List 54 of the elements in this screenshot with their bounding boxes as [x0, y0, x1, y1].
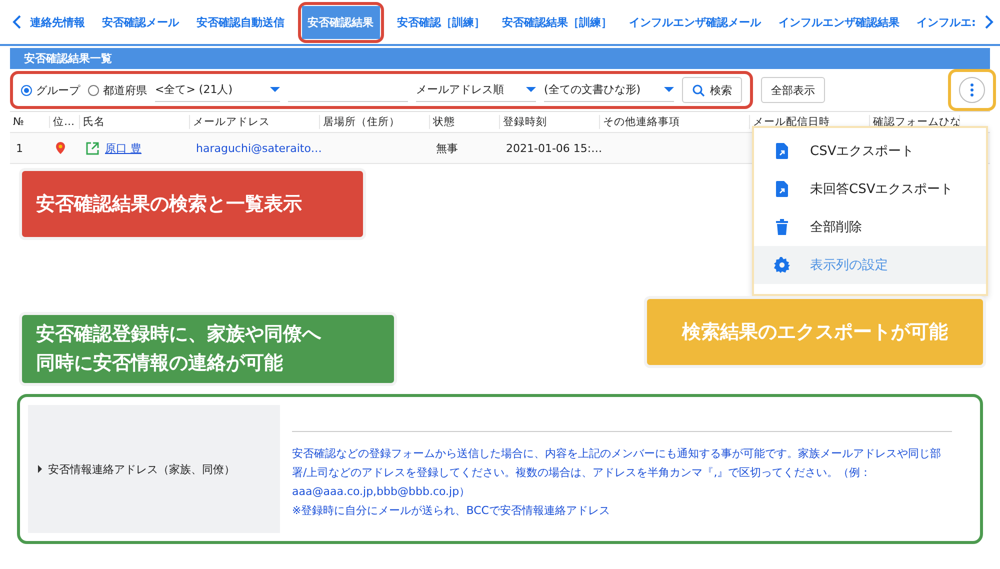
callout-banner: 安否確認結果の検索と一覧表示 — [19, 168, 366, 240]
tab[interactable]: 安否確認［訓練］ — [392, 8, 489, 36]
radio-option[interactable]: グループ — [21, 82, 80, 98]
search-button[interactable]: 検索 — [682, 77, 742, 103]
external-link-icon[interactable] — [86, 142, 99, 154]
column-header: 居場所（住所） — [320, 115, 430, 129]
dropdown-icon — [664, 87, 674, 92]
search-icon — [692, 84, 705, 96]
menu-item[interactable]: CSVエクスポート — [754, 132, 986, 170]
column-header: № — [10, 116, 50, 128]
table-cell-text: 無事 — [435, 140, 459, 156]
map-pin-icon — [56, 142, 65, 154]
tab[interactable]: 安否確認自動送信 — [192, 8, 288, 36]
column-header: その他連絡事項 — [600, 115, 750, 129]
tab[interactable]: 安否確認メール — [98, 8, 184, 36]
table-cell-text: 1 — [15, 142, 24, 154]
help-text: 安否確認などの登録フォームから送信した場合に、内容を上記のメンバーにも通知する事が可能です。家族メールアドレスや同じ部署/上司などのアドレスを登録してください。複数の場合は、アドレスを半角カンマ『,』で区切ってください。（例：aaa@aaa.co.jp,bbb@bbb.co.jp） — [292, 446, 942, 500]
dropdown-icon — [526, 87, 536, 92]
chevron-right-icon[interactable] — [984, 15, 994, 29]
column-header: 位… — [50, 115, 80, 129]
trash-icon — [774, 219, 790, 235]
file-icon — [774, 143, 790, 159]
tab[interactable]: 安否確認結果 — [302, 6, 380, 38]
tab[interactable]: インフルエンザ確認メール — [625, 8, 766, 36]
group-select[interactable]: <全て> (21人) — [155, 78, 280, 102]
table-cell-text: 2021-01-06 15:… — [505, 142, 604, 154]
caret-icon — [38, 465, 42, 473]
table-cell-text: haraguchi@sateraito… — [195, 142, 323, 154]
column-header: 氏名 — [80, 115, 190, 129]
column-header: 状態 — [430, 115, 500, 129]
tab[interactable]: 連絡先情報 — [26, 8, 89, 36]
template-select[interactable]: (全ての文書ひな形) — [544, 78, 674, 102]
radio-option[interactable]: 都道府県 — [88, 82, 147, 98]
panel-title: 安否確認結果一覧 — [10, 48, 990, 69]
tab[interactable]: 安否確認結果［訓練］ — [498, 8, 616, 36]
column-header: 登録時刻 — [500, 115, 600, 129]
menu-item[interactable]: 未回答CSVエクスポート — [754, 170, 986, 208]
dropdown-icon — [270, 87, 280, 92]
settings-icon — [774, 257, 790, 273]
field-label: 安否情報連絡アドレス（家族、同僚） — [48, 462, 235, 476]
name-link[interactable]: 原口 豊 — [105, 140, 142, 156]
help-text: ※登録時に自分にメールが送られ、BCCで安否情報連絡アドレス — [292, 503, 611, 519]
tab[interactable]: インフルエンザ確認結果 — [774, 8, 904, 36]
file-icon — [774, 181, 790, 197]
chevron-left-icon[interactable] — [12, 15, 22, 29]
column-header: メールアドレス — [190, 115, 320, 129]
more-icon — [970, 83, 974, 97]
more-menu-button[interactable] — [959, 77, 985, 103]
sort-select[interactable]: メールアドレス順 — [416, 78, 536, 102]
callout-banner: 検索結果のエクスポートが可能 — [644, 296, 986, 368]
menu-item[interactable]: 全部削除 — [754, 208, 986, 246]
show-all-button[interactable]: 全部表示 — [761, 77, 825, 103]
tab[interactable]: インフルエ: — [912, 8, 980, 36]
callout-banner: 安否確認登録時に、家族や同僚へ 同時に安否情報の連絡が可能 — [19, 312, 397, 386]
